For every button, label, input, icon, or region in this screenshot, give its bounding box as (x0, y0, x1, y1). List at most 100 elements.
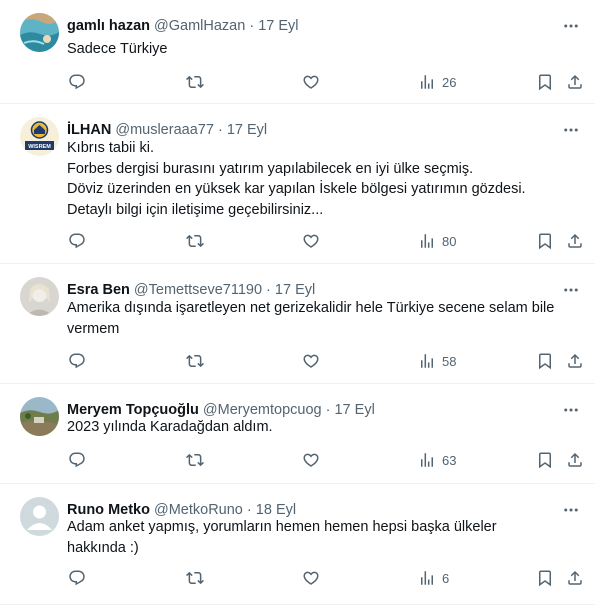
like-button[interactable] (302, 347, 320, 375)
action-bar: 6 (58, 564, 587, 592)
timestamp[interactable]: 18 Eyl (256, 502, 296, 518)
views-icon (421, 453, 433, 467)
like-button[interactable] (302, 564, 320, 592)
reply-icon (69, 570, 85, 586)
author-handle[interactable]: @musleraaa77 (115, 122, 214, 138)
bookmark-button[interactable] (536, 564, 554, 592)
views-button[interactable]: 63 (418, 446, 456, 474)
retweet-button[interactable] (186, 347, 204, 375)
separator-dot: · (249, 18, 255, 34)
tweet-line: Adam anket yapmış, yorumların hemen heme… (67, 519, 497, 535)
views-button[interactable]: 58 (418, 347, 456, 375)
views-icon (421, 234, 433, 248)
tweet-text: Amerika dışında işaretleyen net gerizeka… (67, 298, 581, 339)
views-button[interactable]: 26 (418, 68, 456, 96)
views-icon (421, 354, 433, 368)
bookmark-button[interactable] (536, 347, 554, 375)
tweet[interactable]: Runo Metko @MetkoRuno · 18 Eyl Adam anke… (0, 484, 595, 605)
reply-button[interactable] (68, 227, 86, 255)
avatar[interactable] (20, 397, 59, 436)
author-name[interactable]: Runo Metko (67, 502, 150, 518)
views-count: 80 (442, 233, 457, 249)
share-button[interactable] (566, 446, 584, 474)
timestamp[interactable]: 17 Eyl (258, 18, 298, 34)
retweet-button[interactable] (186, 227, 204, 255)
reply-button[interactable] (68, 446, 86, 474)
tweet-header: İLHAN @musleraaa77 · 17 Eyl (67, 120, 555, 140)
retweet-button[interactable] (186, 564, 204, 592)
share-icon (568, 233, 582, 248)
views-icon (421, 571, 433, 585)
reply-button[interactable] (68, 564, 86, 592)
tweet-line: Amerika dışında işaretleyen net gerizeka… (67, 300, 555, 316)
views-button[interactable]: 6 (418, 564, 449, 592)
tweet-line: Sadece Türkiye (67, 41, 168, 57)
separator-dot: · (266, 282, 271, 298)
share-button[interactable] (566, 347, 584, 375)
reply-button[interactable] (68, 68, 86, 96)
like-button[interactable] (302, 446, 320, 474)
reply-icon (69, 452, 85, 468)
retweet-icon (186, 453, 204, 467)
tweet-line: 2023 yılında Karadağdan aldım. (67, 419, 273, 435)
timestamp[interactable]: 17 Eyl (334, 402, 374, 418)
retweet-button[interactable] (186, 446, 204, 474)
author-handle[interactable]: @MetkoRuno (154, 502, 243, 518)
tweet-line: vermem (67, 320, 120, 337)
bookmark-icon (539, 74, 551, 91)
share-button[interactable] (566, 68, 584, 96)
avatar[interactable]: WISREM (20, 117, 59, 156)
share-button[interactable] (566, 564, 584, 592)
avatar[interactable] (20, 497, 59, 536)
tweet-text: Adam anket yapmış, yorumların hemen heme… (67, 517, 581, 558)
more-icon[interactable] (559, 14, 583, 38)
author-name[interactable]: İLHAN (67, 122, 111, 138)
separator-dot: · (325, 402, 331, 418)
share-icon (568, 353, 582, 368)
tweet[interactable]: WISREM İLHAN @musleraaa77 · 17 Eyl Kıbrı… (0, 104, 595, 264)
tweet[interactable]: Meryem Topçuoğlu @Meryemtopcuog · 17 Eyl… (0, 384, 595, 484)
author-handle[interactable]: @Temettseve71190 (134, 282, 262, 298)
bookmark-icon (539, 353, 551, 370)
like-icon (303, 571, 319, 585)
views-count: 58 (442, 353, 457, 369)
bookmark-button[interactable] (536, 227, 554, 255)
author-name[interactable]: Esra Ben (67, 282, 130, 298)
retweet-icon (186, 234, 204, 248)
author-handle[interactable]: @GamlHazan (154, 18, 245, 34)
tweet-text: Kıbrıs tabii ki. Forbes dergisi burasını… (67, 138, 581, 220)
timestamp[interactable]: 17 Eyl (275, 282, 315, 298)
views-icon (421, 75, 433, 89)
share-button[interactable] (566, 227, 584, 255)
bookmark-button[interactable] (536, 68, 554, 96)
bookmark-icon (539, 233, 551, 250)
like-button[interactable] (302, 227, 320, 255)
avatar[interactable] (20, 277, 59, 316)
bookmark-icon (539, 570, 551, 587)
action-bar: 63 (58, 446, 587, 474)
share-icon (568, 452, 582, 467)
tweet-header: Esra Ben @Temettseve71190 · 17 Eyl (67, 280, 555, 300)
retweet-icon (186, 571, 204, 585)
action-bar: 80 (58, 227, 587, 255)
author-name[interactable]: gamlı hazan (67, 18, 150, 34)
retweet-button[interactable] (186, 68, 204, 96)
timestamp[interactable]: 17 Eyl (227, 122, 267, 138)
views-count: 6 (442, 570, 450, 586)
views-button[interactable]: 80 (418, 227, 456, 255)
tweet[interactable]: gamlı hazan @GamlHazan · 17 Eyl Sadece T… (0, 0, 595, 104)
tweet-line: Kıbrıs tabii ki. (67, 140, 155, 156)
author-handle[interactable]: @Meryemtopcuog (203, 402, 322, 418)
action-bar: 26 (58, 68, 587, 96)
avatar-logo-text: WISREM (28, 144, 51, 150)
avatar[interactable] (20, 13, 59, 52)
retweet-icon (186, 354, 204, 368)
separator-dot: · (217, 122, 223, 138)
reply-button[interactable] (68, 347, 86, 375)
tweet[interactable]: Esra Ben @Temettseve71190 · 17 Eyl Ameri… (0, 264, 595, 384)
tweet-header: gamlı hazan @GamlHazan · 17 Eyl (67, 16, 555, 36)
like-icon (303, 234, 319, 248)
author-name[interactable]: Meryem Topçuoğlu (67, 402, 199, 418)
bookmark-button[interactable] (536, 446, 554, 474)
like-button[interactable] (302, 68, 320, 96)
